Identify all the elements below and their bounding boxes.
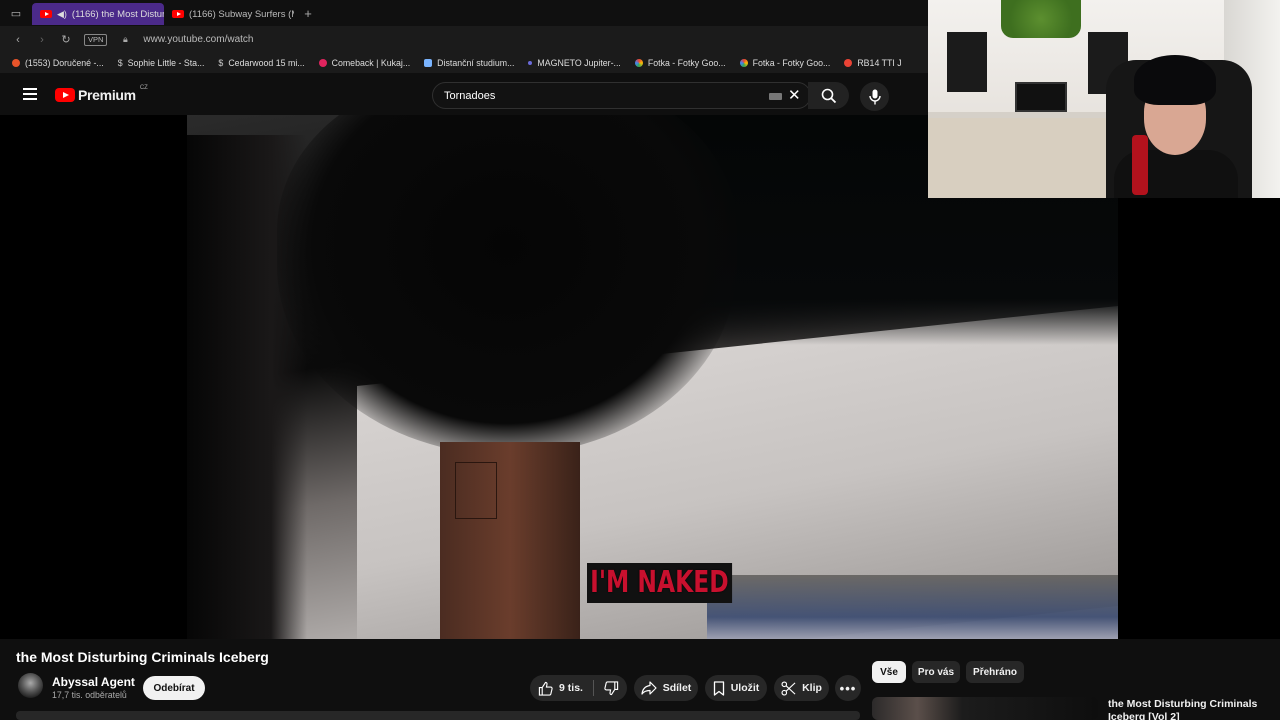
channel-name[interactable]: Abyssal Agent bbox=[52, 675, 135, 689]
webcam-plant bbox=[1001, 0, 1081, 38]
bookmark-item[interactable]: (1553) Doručené -... bbox=[12, 58, 104, 68]
webcam-microphone bbox=[1132, 135, 1148, 195]
chip-watched[interactable]: Přehráno bbox=[966, 661, 1024, 683]
share-button[interactable]: Sdílet bbox=[634, 675, 698, 701]
youtube-favicon-icon bbox=[172, 10, 184, 18]
speaker-icon: ◀) bbox=[57, 8, 67, 19]
browser-tab-active[interactable]: ◀) (1166) the Most Disturb bbox=[32, 3, 164, 25]
webcam-hair bbox=[1134, 55, 1216, 105]
save-label: Uložit bbox=[730, 682, 760, 694]
dollar-icon: $ bbox=[117, 58, 123, 68]
bookmark-favicon-icon bbox=[12, 59, 20, 67]
recommendation-title[interactable]: the Most Disturbing Criminals Iceberg [V… bbox=[1108, 698, 1268, 720]
forward-arrow-icon[interactable]: › bbox=[36, 34, 48, 46]
video-scene-floor bbox=[707, 575, 1118, 639]
bookmark-item[interactable]: $ Cedarwood 15 mi... bbox=[218, 58, 304, 68]
chip-all[interactable]: Vše bbox=[872, 661, 906, 683]
like-count: 9 tis. bbox=[559, 682, 583, 694]
subscribe-button[interactable]: Odebírat bbox=[143, 676, 205, 700]
share-arrow-icon bbox=[641, 681, 657, 695]
like-dislike-group: 9 tis. bbox=[530, 675, 627, 701]
bookmark-item[interactable]: Comeback | Kukaj... bbox=[318, 58, 410, 68]
microphone-icon bbox=[868, 89, 881, 104]
bookmark-item[interactable]: Fotka - Fotky Goo... bbox=[634, 58, 726, 68]
address-bar: ‹ › ↻ VPN 🔒︎ www.youtube.com/watch bbox=[0, 26, 928, 53]
more-actions-button[interactable]: ••• bbox=[835, 675, 861, 701]
video-caption: I'M NAKED bbox=[587, 563, 732, 603]
browser-tab-strip: ▭ ◀) (1166) the Most Disturb (1166) Subw… bbox=[0, 0, 928, 26]
tab-menu-icon[interactable]: ▭ bbox=[0, 0, 32, 26]
channel-avatar[interactable] bbox=[18, 673, 43, 698]
search-input[interactable]: Tornadoes ✕ bbox=[432, 82, 811, 109]
recommendation-thumbnail[interactable] bbox=[872, 697, 1098, 720]
bookmark-favicon-icon bbox=[528, 61, 533, 65]
bookmarks-bar: (1553) Doručené -... $ Sophie Little - St… bbox=[0, 53, 928, 73]
video-title: the Most Disturbing Criminals Iceberg bbox=[16, 649, 269, 665]
new-tab-plus-icon[interactable]: + bbox=[300, 6, 316, 21]
tab-title: (1166) the Most Disturb bbox=[71, 8, 164, 20]
bookmark-item[interactable]: Fotka - Fotky Goo... bbox=[739, 58, 830, 68]
bookmark-item[interactable]: MAGNETO Jupiter-... bbox=[528, 58, 621, 68]
bookmark-favicon-icon bbox=[424, 59, 433, 67]
back-arrow-icon[interactable]: ‹ bbox=[12, 34, 24, 46]
url-field[interactable]: www.youtube.com/watch bbox=[143, 34, 253, 45]
youtube-header: Premium CZ Tornadoes ✕ bbox=[0, 73, 928, 115]
thumbs-up-icon bbox=[538, 681, 553, 696]
save-button[interactable]: Uložit bbox=[705, 675, 767, 701]
bookmark-item[interactable]: RB14 TTI J bbox=[844, 58, 902, 68]
webcam-monitor bbox=[1015, 82, 1067, 112]
more-dots-icon: ••• bbox=[839, 680, 857, 696]
google-photos-icon bbox=[634, 59, 643, 67]
dollar-icon: $ bbox=[218, 58, 224, 68]
subscriber-count: 17,7 tis. odběratelů bbox=[52, 690, 127, 700]
menu-hamburger-icon[interactable] bbox=[23, 88, 37, 100]
browser-tab[interactable]: (1166) Subway Surfers (Ma bbox=[164, 3, 294, 25]
youtube-premium-logo[interactable]: Premium CZ bbox=[55, 85, 148, 103]
webcam-couch bbox=[928, 118, 1108, 198]
chip-for-you[interactable]: Pro vás bbox=[912, 661, 960, 683]
bookmark-item[interactable]: Distanční studium... bbox=[424, 58, 514, 68]
search-value: Tornadoes bbox=[444, 89, 496, 102]
scissors-icon bbox=[781, 680, 796, 696]
reload-icon[interactable]: ↻ bbox=[60, 33, 72, 46]
lock-icon[interactable]: 🔒︎ bbox=[119, 34, 131, 45]
search-button[interactable] bbox=[808, 82, 849, 109]
clear-search-icon[interactable]: ✕ bbox=[788, 86, 801, 104]
youtube-play-icon bbox=[55, 88, 75, 102]
share-label: Sdílet bbox=[662, 682, 692, 694]
dislike-button[interactable] bbox=[600, 680, 619, 696]
webcam-overlay bbox=[928, 0, 1280, 198]
like-button[interactable]: 9 tis. bbox=[538, 680, 594, 696]
bookmark-item[interactable]: $ Sophie Little - Sta... bbox=[118, 58, 205, 68]
logo-text: Premium bbox=[78, 87, 136, 103]
description-panel-edge bbox=[16, 711, 860, 720]
tab-title: (1166) Subway Surfers (Ma bbox=[189, 8, 294, 20]
vpn-badge[interactable]: VPN bbox=[84, 33, 108, 46]
voice-search-button[interactable] bbox=[860, 82, 889, 111]
bookmark-favicon-icon bbox=[844, 59, 853, 67]
keyboard-icon[interactable] bbox=[769, 93, 782, 100]
webcam-streamer bbox=[1114, 55, 1238, 198]
clip-button[interactable]: Klip bbox=[774, 675, 829, 701]
video-scene-door bbox=[440, 442, 580, 639]
bookmark-favicon-icon bbox=[318, 59, 327, 67]
youtube-favicon-icon bbox=[40, 10, 52, 18]
search-icon bbox=[821, 88, 836, 103]
thumbs-down-icon bbox=[604, 680, 619, 695]
google-photos-icon bbox=[739, 59, 748, 67]
bookmark-icon bbox=[713, 680, 724, 696]
logo-region: CZ bbox=[139, 85, 148, 91]
clip-label: Klip bbox=[802, 682, 822, 694]
webcam-speaker bbox=[947, 32, 987, 92]
